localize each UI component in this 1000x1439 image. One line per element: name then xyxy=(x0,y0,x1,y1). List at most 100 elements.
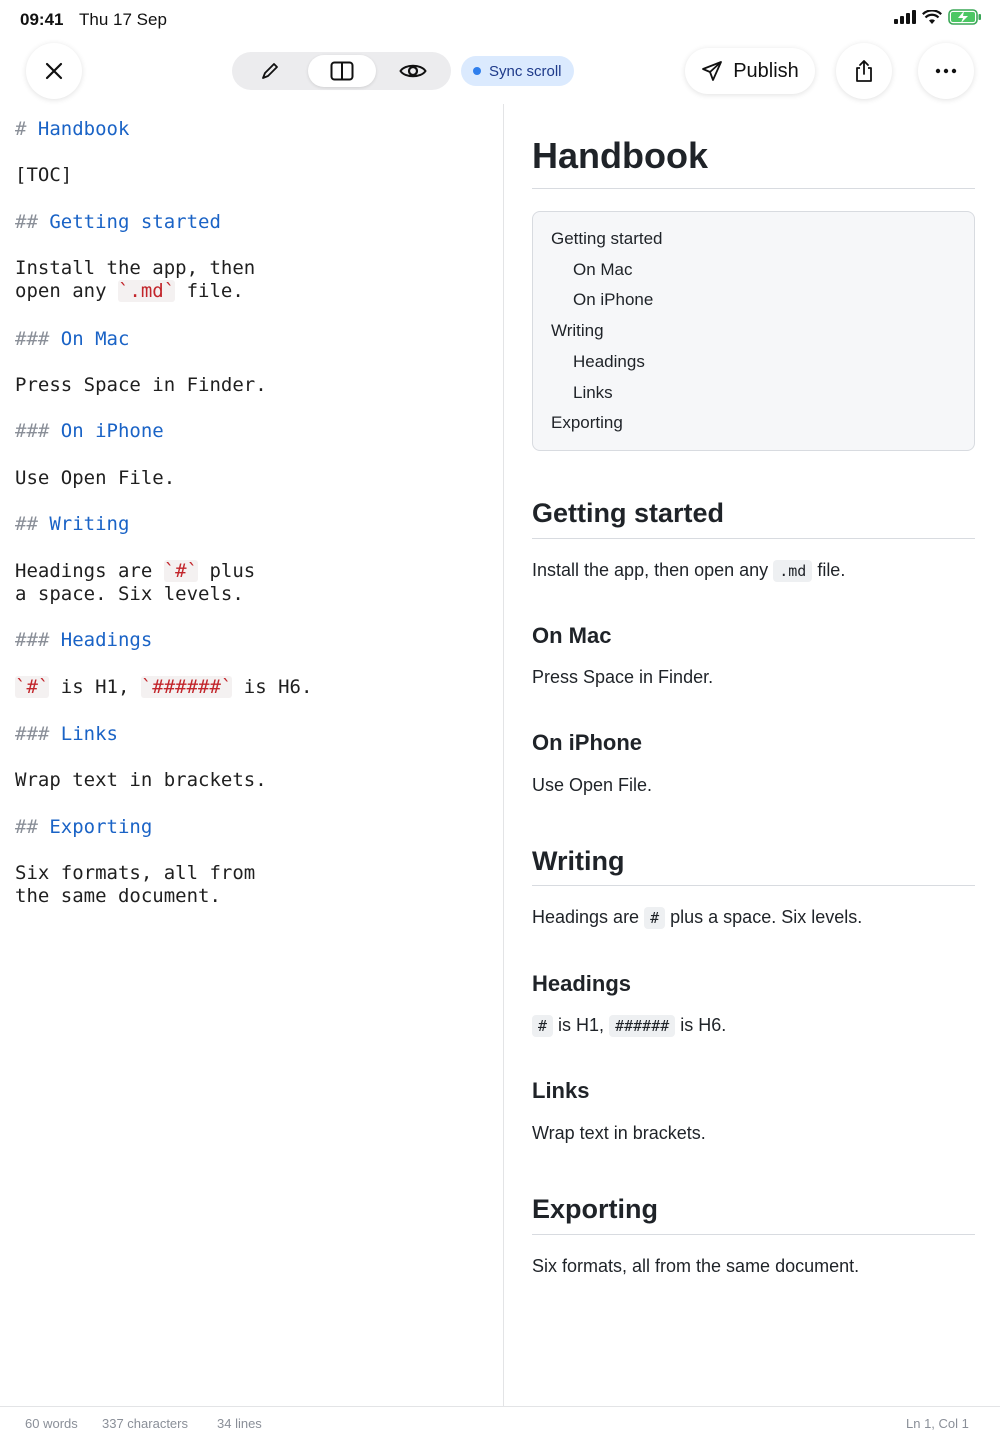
heading-text: On Mac xyxy=(60,328,130,350)
heading-text: Handbook xyxy=(37,118,130,140)
heading-mark: ### xyxy=(15,420,50,442)
text-run: is H1, xyxy=(49,676,141,698)
heading-text: Exporting xyxy=(49,816,153,838)
markdown-editor[interactable]: # Handbook [TOC] ## Getting started Inst… xyxy=(0,104,503,1406)
text-run: Headings are xyxy=(532,907,640,927)
pane-divider[interactable] xyxy=(503,104,504,1406)
editor-line-h3-headings[interactable]: ### Headings xyxy=(15,629,152,653)
inline-code: ###### xyxy=(609,1015,676,1037)
toc-link-on-mac[interactable]: On Mac xyxy=(573,260,633,280)
preview-paragraph: # is H1, ###### is H6. xyxy=(532,1015,726,1037)
heading-text: Writing xyxy=(49,513,130,535)
close-icon xyxy=(45,62,63,80)
editor-line-h3-iphone[interactable]: ### On iPhone xyxy=(15,420,164,444)
word-count: 60 words xyxy=(25,1416,78,1431)
preview-paragraph: Use Open File. xyxy=(532,775,653,795)
paper-plane-icon xyxy=(702,61,723,81)
inline-code: .md xyxy=(773,560,813,582)
status-date: Thu 17 Sep xyxy=(79,10,167,29)
editor-line-h2-getting[interactable]: ## Getting started xyxy=(15,211,221,235)
editor-line-install-1[interactable]: Install the app, then xyxy=(15,257,255,281)
preview-heading-on-mac: On Mac xyxy=(532,623,612,648)
editor-line-iphone[interactable]: Use Open File. xyxy=(15,467,175,491)
share-button[interactable] xyxy=(836,43,892,99)
editor-line-headings[interactable]: `#` is H1, `######` is H6. xyxy=(15,676,312,700)
share-icon xyxy=(856,60,872,82)
editor-line-writing-2[interactable]: a space. Six levels. xyxy=(15,583,244,607)
editor-line-mac[interactable]: Press Space in Finder. xyxy=(15,374,267,398)
preview-heading-headings: Headings xyxy=(532,971,632,996)
status-footer: 60 words 337 characters 34 lines Ln 1, C… xyxy=(0,1406,1000,1439)
preview-heading-on-iphone: On iPhone xyxy=(532,730,642,755)
wifi-icon xyxy=(922,9,942,24)
preview-paragraph: Headings are # plus a space. Six levels. xyxy=(532,907,863,929)
edit-mode-button[interactable] xyxy=(236,55,304,87)
split-mode-button[interactable] xyxy=(307,55,376,87)
editor-line-h3-links[interactable]: ### Links xyxy=(15,723,118,747)
editor-line-h1[interactable]: # Handbook xyxy=(15,118,129,142)
preview-mode-button[interactable] xyxy=(379,55,447,87)
split-view-icon xyxy=(330,61,353,81)
editor-line-export-1[interactable]: Six formats, all from xyxy=(15,862,255,886)
sync-scroll-label: Sync scroll xyxy=(489,62,562,80)
toc-link-on-iphone[interactable]: On iPhone xyxy=(573,290,653,310)
more-options-button[interactable] xyxy=(918,43,974,99)
heading-mark: ## xyxy=(15,211,38,233)
inline-code: `.md` xyxy=(117,280,176,302)
inline-code: `#` xyxy=(15,676,50,698)
editor-line-h3-mac[interactable]: ### On Mac xyxy=(15,328,129,352)
toc-link-getting-started[interactable]: Getting started xyxy=(551,229,663,249)
inline-code: # xyxy=(532,1015,554,1037)
view-mode-control xyxy=(232,52,451,90)
text-run: is H6. xyxy=(232,676,313,698)
editor-line-links[interactable]: Wrap text in brackets. xyxy=(15,769,267,793)
text-run: file. xyxy=(175,280,244,302)
editor-line-h2-writing[interactable]: ## Writing xyxy=(15,513,129,537)
text-run: plus xyxy=(198,560,256,582)
heading-text: On iPhone xyxy=(60,420,164,442)
heading-rule xyxy=(532,1234,975,1235)
table-of-contents: Getting started On Mac On iPhone Writing… xyxy=(532,211,975,451)
status-time: 09:41 xyxy=(20,10,64,29)
heading-mark: ### xyxy=(15,328,50,350)
toc-link-exporting[interactable]: Exporting xyxy=(551,413,623,433)
character-count: 337 characters xyxy=(102,1416,188,1431)
text-run: open any xyxy=(15,280,118,302)
preview-paragraph: Press Space in Finder. xyxy=(532,667,714,687)
editor-line-export-2[interactable]: the same document. xyxy=(15,885,221,909)
text-run: plus a space. Six levels. xyxy=(670,907,863,927)
publish-button[interactable]: Publish xyxy=(685,48,815,94)
toolbar: Sync scroll Publish xyxy=(0,40,1000,104)
preview-title: Handbook xyxy=(532,135,708,176)
text-run: Install the app, then open any xyxy=(532,560,769,580)
toc-link-writing[interactable]: Writing xyxy=(551,321,604,341)
status-bar: 09:41 Thu 17 Sep xyxy=(0,0,1000,40)
heading-mark: ### xyxy=(15,629,50,651)
preview-heading-getting-started: Getting started xyxy=(532,498,725,528)
heading-mark: ### xyxy=(15,723,50,745)
editor-line-install-2[interactable]: open any `.md` file. xyxy=(15,280,244,304)
publish-label: Publish xyxy=(733,59,799,82)
preview-paragraph: Six formats, all from the same document. xyxy=(532,1256,860,1276)
editor-line-toc[interactable]: [TOC] xyxy=(15,164,72,188)
eye-icon xyxy=(399,64,427,78)
editor-line-writing-1[interactable]: Headings are `#` plus xyxy=(15,560,255,584)
title-rule xyxy=(532,188,975,189)
toc-link-headings[interactable]: Headings xyxy=(573,352,645,372)
markdown-preview: Handbook Getting started On Mac On iPhon… xyxy=(532,104,975,1406)
heading-text: Links xyxy=(60,723,118,745)
editor-line-h2-exporting[interactable]: ## Exporting xyxy=(15,816,152,840)
cursor-position: Ln 1, Col 1 xyxy=(906,1416,969,1431)
inline-code: `######` xyxy=(140,676,233,698)
line-count: 34 lines xyxy=(217,1416,262,1431)
status-indicators xyxy=(894,9,982,25)
battery-charging-icon xyxy=(948,9,981,25)
text-run: is H1, xyxy=(558,1015,605,1035)
close-button[interactable] xyxy=(26,43,82,99)
toc-link-links[interactable]: Links xyxy=(573,383,613,403)
heading-text: Getting started xyxy=(49,211,221,233)
heading-text: Headings xyxy=(60,629,153,651)
sync-scroll-toggle[interactable]: Sync scroll xyxy=(461,56,574,86)
heading-mark: ## xyxy=(15,513,38,535)
text-run: file. xyxy=(817,560,846,580)
